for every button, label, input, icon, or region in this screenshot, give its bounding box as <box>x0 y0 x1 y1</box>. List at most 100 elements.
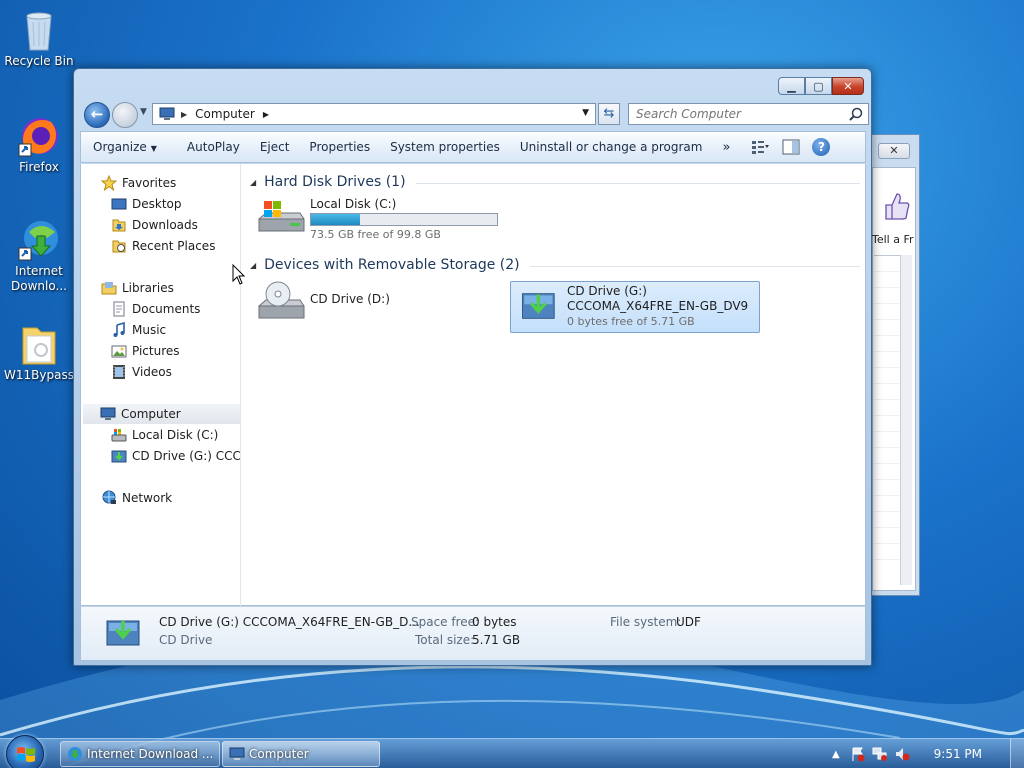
nav-downloads[interactable]: Downloads <box>111 215 198 235</box>
nav-pictures[interactable]: Pictures <box>111 341 180 361</box>
details-total-size-label: Total size: <box>415 633 475 647</box>
taskbar-button-internet-download-manager[interactable]: Internet Download ... <box>60 741 220 767</box>
details-space-free-label: Space free: <box>411 615 480 629</box>
nav-label: Pictures <box>132 344 180 358</box>
nav-label: Computer <box>121 407 181 421</box>
maximize-button[interactable]: ▢ <box>805 77 832 95</box>
file-view: ◢ Hard Disk Drives (1) Local Disk (C:) 7… <box>242 164 866 606</box>
desktop-icon-label: W11Bypass <box>4 368 74 382</box>
background-window-close-button[interactable]: ✕ <box>878 143 910 159</box>
preview-pane-icon[interactable] <box>780 136 802 158</box>
details-space-free-value: 0 bytes <box>472 615 517 629</box>
minimize-button[interactable]: ▁ <box>778 77 805 95</box>
cd-drive-icon <box>258 281 305 319</box>
network-status-icon[interactable] <box>872 746 888 762</box>
nav-computer[interactable]: Computer <box>83 404 240 424</box>
show-hidden-icons-button[interactable]: ▲ <box>832 749 840 760</box>
desktop-icon-w11bypass[interactable]: W11Bypass <box>1 322 77 383</box>
address-history-dropdown-icon[interactable]: ▼ <box>582 108 589 118</box>
nav-local-disk[interactable]: Local Disk (C:) <box>111 425 218 445</box>
computer-icon <box>229 747 245 760</box>
cd-drive-icon <box>106 620 140 646</box>
desktop-icon-recycle-bin[interactable]: Recycle Bin <box>1 8 77 69</box>
details-type: CD Drive <box>159 633 213 647</box>
group-title: Hard Disk Drives (1) <box>264 174 406 190</box>
nav-label: Music <box>132 323 167 337</box>
nav-videos[interactable]: Videos <box>111 362 172 382</box>
help-button[interactable]: ? <box>810 136 832 158</box>
search-box[interactable] <box>628 103 869 125</box>
volume-muted-icon[interactable] <box>894 746 910 762</box>
drive-free-space: 0 bytes free of 5.71 GB <box>567 315 695 328</box>
autoplay-button[interactable]: AutoPlay <box>177 131 250 163</box>
firefox-icon <box>18 118 58 157</box>
drive-cd-d[interactable]: CD Drive (D:) <box>256 280 390 324</box>
nav-network[interactable]: Network <box>101 488 172 508</box>
cd-drive-icon <box>111 450 127 463</box>
search-icon[interactable] <box>849 107 863 121</box>
command-bar: Organize ▼ AutoPlay Eject Properties Syst… <box>80 131 866 163</box>
disk-usage-bar <box>310 213 498 226</box>
desktop-icon-firefox[interactable]: Firefox <box>1 114 77 175</box>
nav-desktop[interactable]: Desktop <box>111 194 182 214</box>
clock[interactable]: 9:51 PM <box>934 747 982 761</box>
nav-cd-drive-g[interactable]: CD Drive (G:) CCCOMA_X64FRE_EN-GB_DV9 <box>111 446 240 466</box>
action-center-flag-icon[interactable] <box>850 746 866 762</box>
close-button[interactable]: ✕ <box>832 77 864 95</box>
taskbar: Internet Download ... Computer ▲ 9:51 PM <box>0 735 1024 768</box>
background-window-scrollbar[interactable] <box>900 255 912 585</box>
search-input[interactable] <box>629 104 839 124</box>
system-tray: ▲ 9:51 PM <box>832 739 1024 768</box>
refresh-button[interactable]: ⇆ <box>598 103 620 125</box>
more-commands-button[interactable]: » <box>712 140 740 155</box>
drive-cd-g[interactable]: CD Drive (G:) CCCOMA_X64FRE_EN-GB_DV9 0 … <box>510 281 760 333</box>
group-divider <box>529 265 860 267</box>
eject-button[interactable]: Eject <box>250 131 300 163</box>
explorer-body: Favorites Desktop Downloads Recent Place… <box>80 164 866 606</box>
system-properties-button[interactable]: System properties <box>380 131 510 163</box>
videos-icon <box>113 365 125 379</box>
forward-button[interactable] <box>112 102 138 128</box>
details-file-system-label: File system: <box>610 615 682 629</box>
internet-download-manager-icon <box>18 221 58 261</box>
navigation-pane: Favorites Desktop Downloads Recent Place… <box>81 164 241 606</box>
breadcrumb-separator-icon[interactable]: ▶ <box>181 110 187 119</box>
background-window[interactable]: ✕ Tell a Fri <box>868 134 920 596</box>
drive-local-disk-c[interactable]: Local Disk (C:) 73.5 GB free of 99.8 GB <box>256 197 498 242</box>
taskbar-button-computer[interactable]: Computer <box>222 741 380 767</box>
back-button[interactable]: ← <box>84 102 110 128</box>
nav-label: Favorites <box>122 176 177 190</box>
desktop-icon-idm[interactable]: Internet Downlo... <box>1 218 77 294</box>
properties-button[interactable]: Properties <box>299 131 380 163</box>
organize-button[interactable]: Organize ▼ <box>81 131 177 163</box>
breadcrumb-chevron-icon[interactable]: ▶ <box>263 110 269 119</box>
star-icon <box>101 175 117 191</box>
address-bar[interactable]: ▶ Computer ▶ ▼ <box>152 103 596 125</box>
nav-label: Videos <box>132 365 172 379</box>
disk-usage-fill <box>311 214 361 225</box>
start-button[interactable] <box>6 735 44 768</box>
recent-pages-dropdown-icon[interactable]: ▼ <box>140 107 147 117</box>
uninstall-program-button[interactable]: Uninstall or change a program <box>510 131 713 163</box>
breadcrumb-computer[interactable]: Computer <box>195 107 255 121</box>
folder-icon <box>22 327 56 365</box>
group-header-removable-storage[interactable]: ◢ Devices with Removable Storage (2) <box>250 257 860 273</box>
recycle-bin-icon <box>26 12 52 51</box>
help-icon: ? <box>812 138 831 156</box>
nav-favorites[interactable]: Favorites <box>101 173 176 193</box>
group-header-hard-disk-drives[interactable]: ◢ Hard Disk Drives (1) <box>250 174 860 190</box>
show-desktop-button[interactable] <box>1010 739 1024 768</box>
libraries-icon <box>101 282 117 295</box>
desktop-icon-label: Internet Downlo... <box>11 264 67 293</box>
background-window-label: Tell a Fri <box>872 233 914 246</box>
nav-documents[interactable]: Documents <box>111 299 200 319</box>
details-file-system-value: UDF <box>676 615 701 629</box>
nav-music[interactable]: Music <box>111 320 166 340</box>
nav-libraries[interactable]: Libraries <box>101 278 174 298</box>
details-total-size-value: 5.71 GB <box>472 633 521 647</box>
collapse-triangle-icon: ◢ <box>250 177 257 187</box>
change-view-icon[interactable] <box>750 136 772 158</box>
music-icon <box>113 322 125 337</box>
pictures-icon <box>111 345 127 358</box>
nav-recent-places[interactable]: Recent Places <box>111 236 215 256</box>
